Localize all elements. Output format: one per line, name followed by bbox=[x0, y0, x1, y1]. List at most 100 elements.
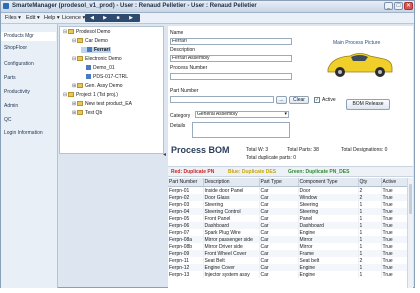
table-row[interactable]: Ferpn-13 Injector system assy Car Engine 1 Tr… bbox=[168, 271, 408, 278]
collapse-splitter-icon[interactable]: ◂ bbox=[163, 151, 166, 158]
tree-node[interactable]: ⊞ Gen. Assy Demo bbox=[72, 83, 123, 89]
table-cell: Car bbox=[259, 243, 299, 250]
bom-header-row: Part Number Description Part Type Component… bbox=[168, 178, 408, 187]
table-cell: 1 bbox=[358, 236, 382, 243]
clear-button[interactable]: Clear bbox=[289, 96, 309, 104]
table-row[interactable]: Ferpn-02 Door Glass Car Window 2 True bbox=[168, 194, 408, 201]
column-header[interactable]: Part Number bbox=[168, 178, 204, 187]
active-checkbox[interactable]: ✓ bbox=[314, 97, 320, 103]
sidebar-item-products-mgr[interactable]: Products Mgr bbox=[1, 32, 56, 41]
table-cell: 2 bbox=[358, 194, 382, 201]
tree-node[interactable]: Ferrari bbox=[81, 47, 111, 53]
table-row[interactable]: Ferpn-11 Seat Belt Car Seat belt 2 True bbox=[168, 257, 408, 264]
sidebar-item-login-information[interactable]: Login Information bbox=[4, 130, 43, 136]
sidebar-item-shopfloor[interactable]: ShopFloor bbox=[4, 45, 27, 51]
product-tree: ⊟ Prodesol Demo ⊟ Car Demo Ferrari ⊟ Electroni… bbox=[59, 26, 164, 154]
part-icon bbox=[86, 74, 91, 79]
name-field[interactable]: Ferrari bbox=[170, 38, 292, 45]
table-cell: 1 bbox=[358, 250, 382, 257]
table-row[interactable]: Ferpn-12 Engine Cover Car Engine 1 True bbox=[168, 264, 408, 271]
menu-licence[interactable]: Licence ▾ bbox=[62, 15, 85, 21]
column-header[interactable]: Component Type bbox=[298, 178, 359, 187]
tree-node-label: Demo_01 bbox=[93, 65, 115, 71]
sidebar-item-qc[interactable]: QC bbox=[4, 117, 12, 123]
tree-node-label: Car Demo bbox=[85, 38, 108, 44]
details-field[interactable] bbox=[192, 122, 290, 138]
sidebar-item-admin[interactable]: Admin bbox=[4, 103, 18, 109]
table-cell: Mirror passenger side bbox=[203, 236, 260, 243]
bom-table: Part Number Description Part Type Component… bbox=[168, 178, 408, 278]
table-cell: True bbox=[381, 186, 408, 194]
table-cell: Car bbox=[259, 229, 299, 236]
tree-node[interactable]: ⊟ Project 1 (Tst proj.) bbox=[63, 92, 118, 98]
minimize-button[interactable]: _ bbox=[384, 2, 393, 10]
menu-help[interactable]: Help ▾ bbox=[44, 15, 60, 21]
table-cell: Car bbox=[259, 264, 299, 271]
table-row[interactable]: Ferpn-09 Front Wheel Cover Car Frame 1 True bbox=[168, 250, 408, 257]
table-row[interactable]: Ferpn-01 Inside door Panel Car Door 2 True bbox=[168, 186, 408, 194]
table-row[interactable]: Ferpn-08a Mirror passenger side Car Mirror 1… bbox=[168, 236, 408, 243]
tree-node-label: New test product_EA bbox=[85, 101, 132, 107]
toolbar-stop-icon[interactable]: ■ bbox=[114, 15, 122, 21]
sidebar-item-parts[interactable]: Parts bbox=[4, 75, 16, 81]
maximize-button[interactable]: □ bbox=[394, 2, 403, 10]
toolbar-forward-icon[interactable]: ▶ bbox=[101, 15, 109, 21]
table-cell: Car bbox=[259, 222, 299, 229]
table-cell: Ferpn-09 bbox=[168, 250, 204, 257]
column-header[interactable]: Part Type bbox=[259, 178, 299, 187]
table-row[interactable]: Ferpn-06 Dashboard Car Dashboard 1 True bbox=[168, 222, 408, 229]
table-cell: Mirror bbox=[298, 243, 359, 250]
menu-edit[interactable]: Edit ▾ bbox=[26, 15, 40, 21]
table-cell: Ferpn-08a bbox=[168, 236, 204, 243]
tree-node[interactable]: ⊟ Car Demo bbox=[72, 38, 108, 44]
part-search-button[interactable]: ... bbox=[276, 96, 287, 104]
tree-node[interactable]: ⊟ Prodesol Demo bbox=[63, 29, 110, 35]
table-cell: Mirror Driver side bbox=[203, 243, 260, 250]
menu-files[interactable]: Files ▾ bbox=[5, 15, 21, 21]
tree-node-label: Prodesol Demo bbox=[76, 29, 111, 35]
table-row[interactable]: Ferpn-05 Front Panel Car Panel 1 True bbox=[168, 215, 408, 222]
table-cell: Door Glass bbox=[203, 194, 260, 201]
tree-node[interactable]: PDS-017-CTRL bbox=[81, 74, 128, 80]
table-cell: True bbox=[381, 243, 408, 250]
part-number-field[interactable] bbox=[170, 96, 274, 103]
menu-bar: Files ▾ Edit ▾ Help ▾ Licence ▾ ◀ ▶ ■ ▶ bbox=[1, 13, 414, 24]
sidebar-item-productivity[interactable]: Productivity bbox=[4, 89, 30, 95]
table-cell: Ferpn-08b bbox=[168, 243, 204, 250]
table-cell: Door bbox=[298, 186, 359, 194]
sidebar-item-configuration[interactable]: Configuration bbox=[4, 61, 34, 67]
table-cell: True bbox=[381, 236, 408, 243]
tree-node-label: PDS-017-CTRL bbox=[93, 74, 129, 80]
process-number-field[interactable] bbox=[170, 73, 292, 80]
tree-node[interactable]: ⊞ New test product_EA bbox=[72, 101, 132, 107]
table-cell: Front Wheel Cover bbox=[203, 250, 260, 257]
legend-green: Green: Duplicate PN_DES bbox=[288, 169, 350, 175]
table-row[interactable]: Ferpn-03 Steering Car Steering 1 True bbox=[168, 201, 408, 208]
column-header[interactable]: Description bbox=[203, 178, 260, 187]
toolbar-run-icon[interactable]: ▶ bbox=[127, 15, 135, 21]
tree-node[interactable]: Demo_01 bbox=[81, 65, 115, 71]
column-header[interactable]: Active bbox=[381, 178, 408, 187]
description-field[interactable]: Ferrari Assembly bbox=[170, 55, 292, 62]
bom-release-button[interactable]: BOM Release bbox=[346, 99, 390, 110]
table-cell: Seat Belt bbox=[203, 257, 260, 264]
table-cell: True bbox=[381, 215, 408, 222]
table-row[interactable]: Ferpn-07 Spark Plug Wire Car Engine 1 True bbox=[168, 229, 408, 236]
table-cell: 1 bbox=[358, 208, 382, 215]
bom-scrollbar[interactable] bbox=[407, 178, 413, 288]
toolbar-back-icon[interactable]: ◀ bbox=[88, 15, 96, 21]
table-row[interactable]: Ferpn-04 Steering Control Car Steering 1 True bbox=[168, 208, 408, 215]
table-row[interactable]: Ferpn-08b Mirror Driver side Car Mirror 1 Tru… bbox=[168, 243, 408, 250]
table-cell: Ferpn-04 bbox=[168, 208, 204, 215]
table-cell: Spark Plug Wire bbox=[203, 229, 260, 236]
tree-node[interactable]: ⊞ Test Qb bbox=[72, 110, 102, 116]
column-header[interactable]: Qty bbox=[358, 178, 382, 187]
table-cell: Car bbox=[259, 271, 299, 278]
bom-scroll-thumb[interactable] bbox=[409, 184, 412, 214]
category-select[interactable]: General Assembly ▾ bbox=[195, 111, 289, 118]
close-button[interactable]: ✕ bbox=[404, 2, 413, 10]
tree-node[interactable]: ⊟ Electronic Demo bbox=[72, 56, 122, 62]
table-cell: Engine bbox=[298, 271, 359, 278]
table-cell: Car bbox=[259, 208, 299, 215]
details-label: Details bbox=[170, 123, 186, 129]
